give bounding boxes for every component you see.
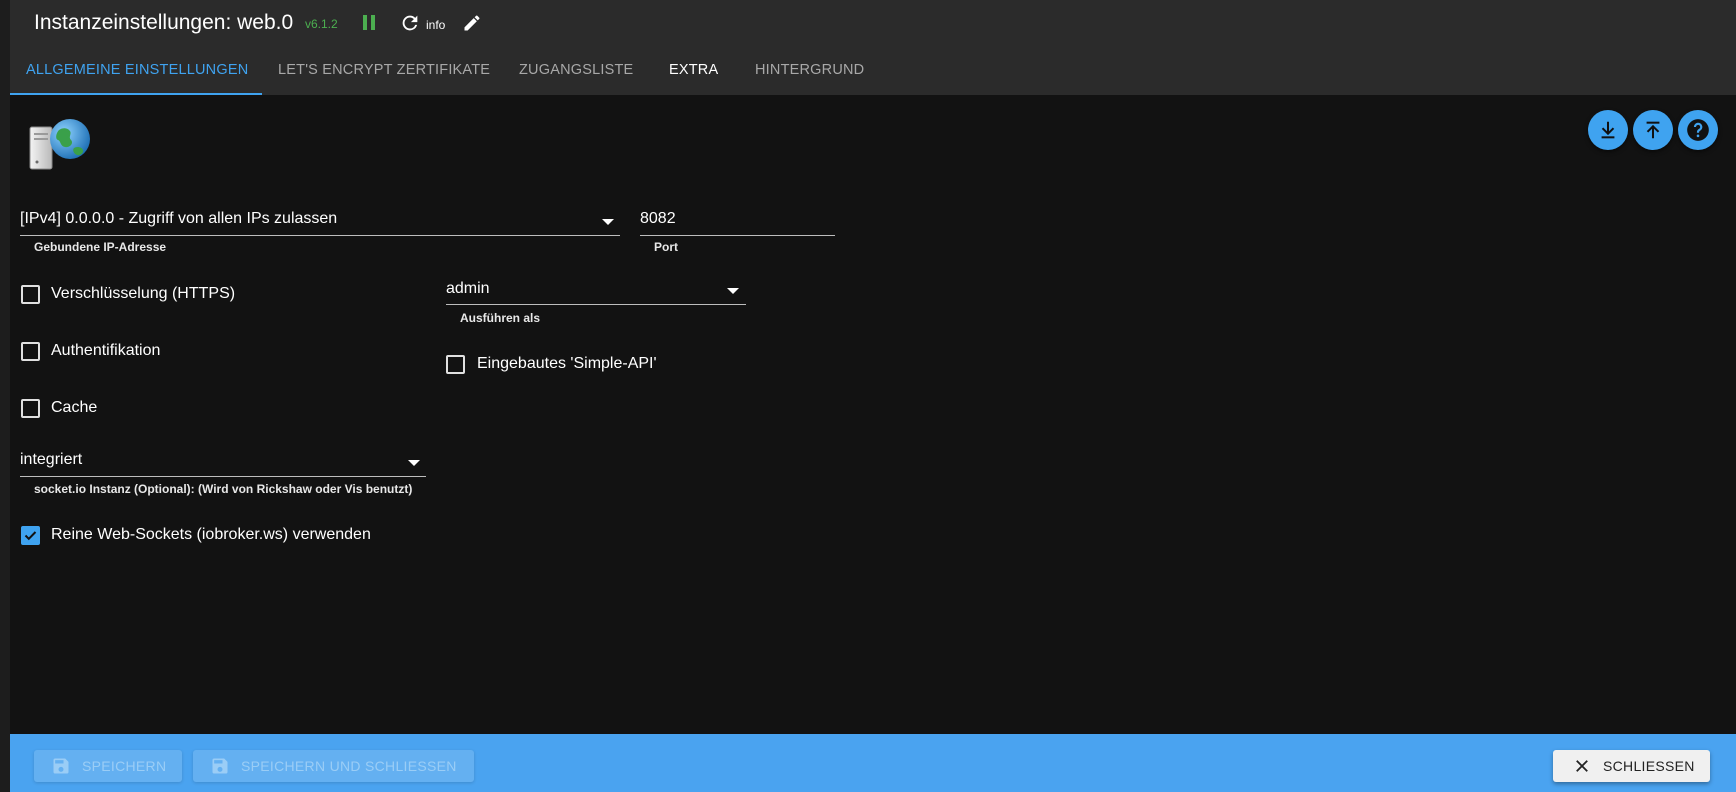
pure-ws-checkbox[interactable] <box>21 526 40 545</box>
tab-extra[interactable]: Extra <box>669 48 718 95</box>
run-as-underline <box>446 304 746 305</box>
auth-label: Authentifikation <box>51 342 161 359</box>
run-as-value: admin <box>446 280 490 297</box>
bind-ip-value: [IPv4] 0.0.0.0 - Zugriff von allen IPs z… <box>20 210 338 227</box>
socketio-help: socket.io Instanz (Optional): (Wird von … <box>34 482 413 496</box>
check-icon <box>24 531 37 541</box>
tab-background[interactable]: Hintergrund <box>755 48 864 95</box>
help-button[interactable] <box>1678 110 1718 150</box>
port-value: 8082 <box>640 210 676 227</box>
upload-button[interactable] <box>1633 110 1673 150</box>
download-icon <box>1601 121 1615 139</box>
save-icon <box>53 758 69 774</box>
close-button[interactable]: SCHLIESSEN <box>1553 750 1710 782</box>
save-label: SPEICHERN <box>82 758 167 774</box>
chevron-down-icon <box>602 219 614 225</box>
dialog-header: Instanzeinstellungen: web.0 v6.1.2 info <box>10 0 1736 48</box>
edit-icon[interactable] <box>462 13 482 33</box>
simple-api-label: Eingebautes 'Simple-API' <box>477 355 657 372</box>
cache-label: Cache <box>51 399 98 416</box>
chevron-down-icon <box>727 288 739 294</box>
web-adapter-logo-icon <box>29 119 90 170</box>
auth-checkbox[interactable] <box>21 342 40 361</box>
socketio-value: integriert <box>20 451 83 468</box>
upload-icon <box>1646 121 1660 139</box>
chevron-down-icon <box>408 460 420 466</box>
socketio-underline <box>20 476 426 477</box>
info-label: info <box>426 18 446 32</box>
run-as-help: Ausführen als <box>460 311 541 325</box>
pure-ws-label: Reine Web-Sockets (iobroker.ws) verwende… <box>51 526 371 543</box>
close-label: SCHLIESSEN <box>1603 758 1695 774</box>
tab-bar: Allgemeine Einstellungen Let's Encrypt Z… <box>10 48 1736 95</box>
https-label: Verschlüsselung (HTTPS) <box>51 285 236 302</box>
port-help: Port <box>654 240 678 254</box>
simple-api-checkbox[interactable] <box>446 355 465 374</box>
save-icon <box>212 758 228 774</box>
reload-icon[interactable] <box>399 12 421 34</box>
close-icon <box>1576 760 1588 772</box>
port-underline <box>640 235 835 236</box>
page-title: Instanzeinstellungen: web.0 <box>34 11 294 34</box>
help-icon <box>1687 119 1709 141</box>
tab-general-settings[interactable]: Allgemeine Einstellungen <box>26 48 248 95</box>
active-tab-indicator <box>10 93 262 95</box>
save-close-label: SPEICHERN UND SCHLIESSEN <box>241 758 457 774</box>
download-button[interactable] <box>1588 110 1628 150</box>
save-button[interactable]: SPEICHERN <box>34 750 182 782</box>
pause-icon[interactable] <box>360 13 380 33</box>
bind-ip-underline <box>20 235 620 236</box>
tab-access-list[interactable]: Zugangsliste <box>519 48 633 95</box>
save-close-button[interactable]: SPEICHERN UND SCHLIESSEN <box>193 750 474 782</box>
window-edge <box>0 0 10 792</box>
bind-ip-help: Gebundene IP-Adresse <box>34 240 167 254</box>
https-checkbox[interactable] <box>21 285 40 304</box>
version-label: v6.1.2 <box>305 17 338 31</box>
tab-letsencrypt[interactable]: Let's Encrypt Zertifikate <box>278 48 490 95</box>
cache-checkbox[interactable] <box>21 399 40 418</box>
dialog-body <box>10 0 1736 792</box>
